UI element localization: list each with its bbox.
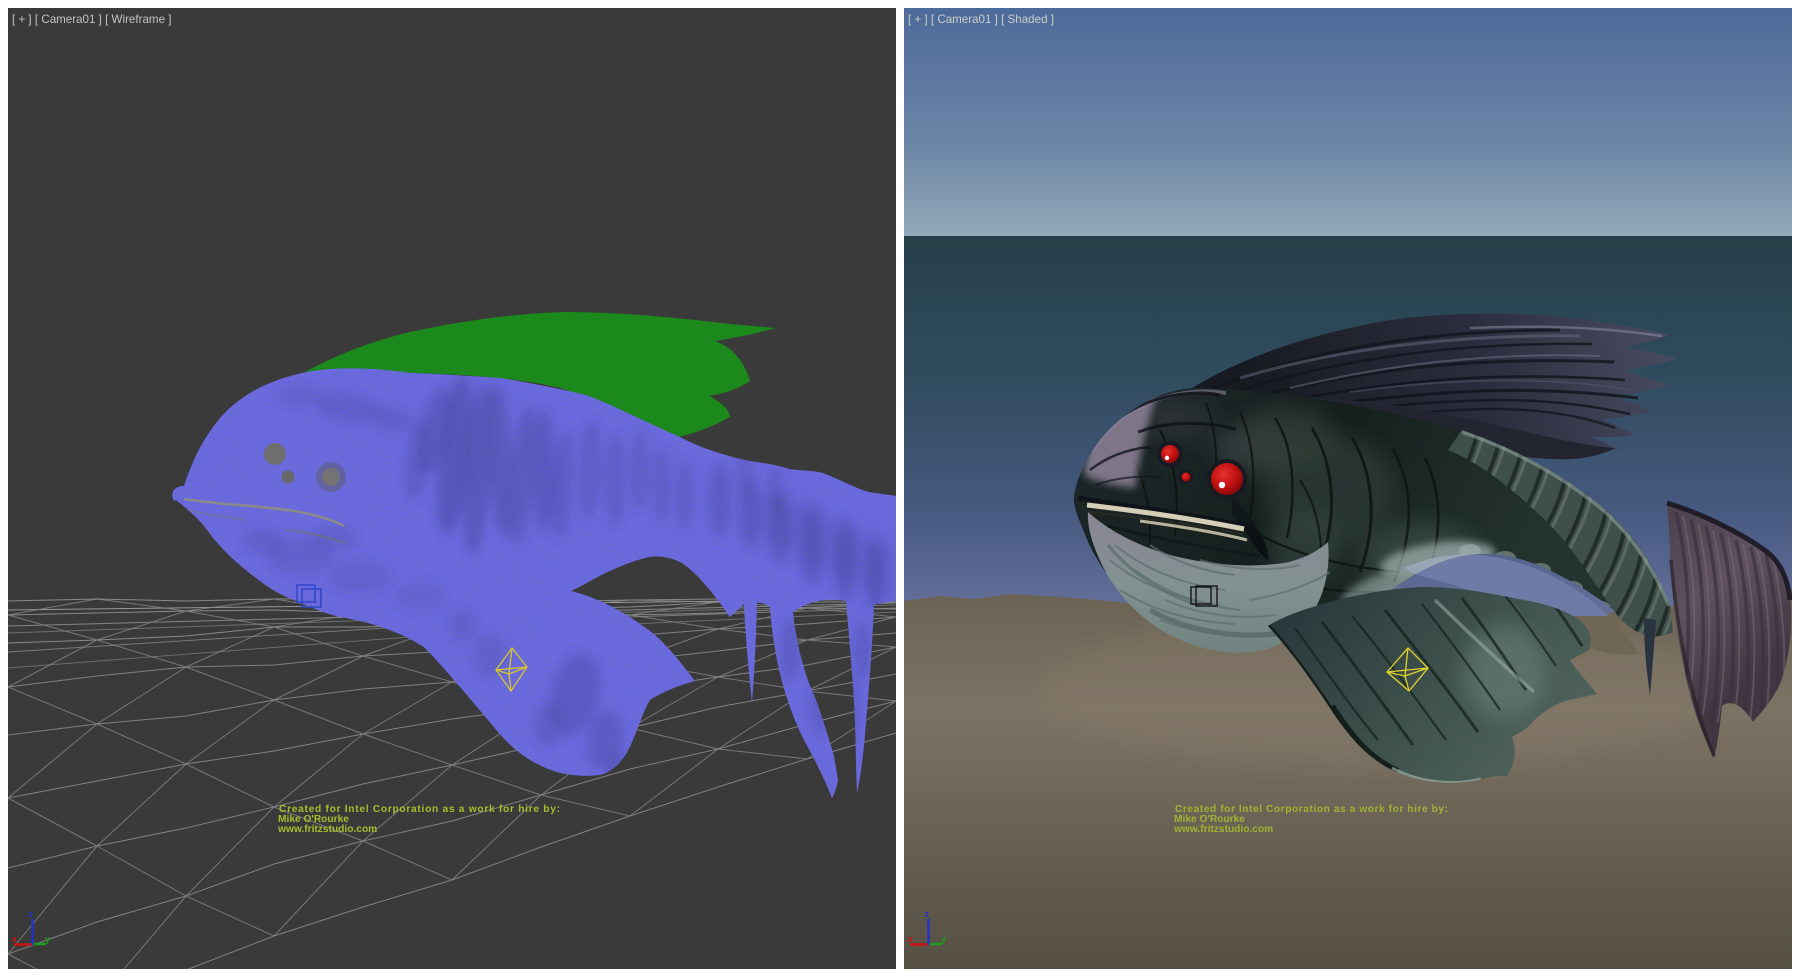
- svg-text:y: y: [45, 934, 50, 944]
- svg-text:[ + ] [ Camera01 ] [ Shaded ]: [ + ] [ Camera01 ] [ Shaded ]: [908, 13, 1054, 26]
- svg-text:z: z: [29, 909, 34, 919]
- svg-text:x: x: [12, 934, 17, 944]
- svg-text:[ + ] [ Camera01 ] [ Wireframe: [ + ] [ Camera01 ] [ Wireframe ]: [12, 13, 171, 26]
- svg-text:x: x: [908, 934, 913, 944]
- svg-text:www.fritzstudio.com: www.fritzstudio.com: [277, 824, 377, 835]
- svg-text:www.fritzstudio.com: www.fritzstudio.com: [1173, 824, 1273, 835]
- svg-text:y: y: [941, 934, 946, 944]
- svg-text:z: z: [925, 909, 930, 919]
